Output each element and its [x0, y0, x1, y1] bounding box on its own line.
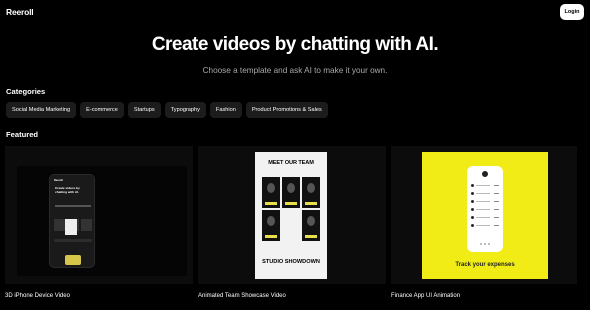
- phone-input-bar: [54, 239, 92, 242]
- expense-row: [471, 200, 499, 203]
- phone-mockup: Reeroll Create videos by chatting with A…: [49, 174, 95, 268]
- category-chip-social-media-marketing[interactable]: Social Media Marketing: [6, 102, 77, 118]
- login-button[interactable]: Login: [560, 4, 584, 20]
- featured-heading: Featured: [6, 130, 39, 139]
- logo[interactable]: Reeroll: [6, 7, 34, 17]
- card-caption-iphone[interactable]: 3D iPhone Device Video: [5, 293, 70, 299]
- finance-caption: Track your expenses: [455, 262, 515, 268]
- category-list: Social Media Marketing E-commerce Startu…: [6, 102, 328, 118]
- card-caption-finance[interactable]: Finance App UI Animation: [391, 293, 460, 299]
- team-photo: [262, 177, 280, 208]
- hero-subtitle: Choose a template and ask AI to make it …: [202, 66, 388, 75]
- team-poster: MEET OUR TEAM STUDIO SHOWDOWN: [255, 152, 327, 279]
- team-photo: [262, 210, 280, 241]
- category-chip-typography[interactable]: Typography: [164, 102, 206, 118]
- hero-title: Create videos by chatting with AI.: [151, 34, 439, 55]
- template-card-team[interactable]: MEET OUR TEAM STUDIO SHOWDOWN: [198, 146, 386, 284]
- expense-row: [471, 192, 499, 195]
- team-photo-grid: [262, 177, 320, 241]
- team-photo: [302, 210, 320, 241]
- template-card-finance[interactable]: Track your expenses: [391, 146, 577, 284]
- poster-footer: STUDIO SHOWDOWN: [262, 259, 320, 265]
- template-card-iphone[interactable]: Reeroll Create videos by chatting with A…: [5, 146, 193, 284]
- expense-row: [471, 184, 499, 187]
- expense-row: [471, 208, 499, 211]
- category-chip-e-commerce[interactable]: E-commerce: [80, 102, 124, 118]
- phone-featured-thumb: [65, 219, 77, 235]
- poster-title: MEET OUR TEAM: [268, 160, 314, 166]
- finance-phone-mockup: [467, 166, 503, 252]
- team-photo: [302, 177, 320, 208]
- phone-app-title: Create videos by chatting with AI.: [55, 186, 80, 194]
- team-photo: [282, 177, 300, 208]
- phone-subtitle-line: [55, 205, 91, 207]
- page-dots: [480, 243, 490, 245]
- card-preview: Reeroll Create videos by chatting with A…: [17, 166, 187, 276]
- expense-row: [471, 216, 499, 219]
- phone-app-logo: Reeroll: [54, 179, 63, 182]
- category-chip-startups[interactable]: Startups: [127, 102, 161, 118]
- grid-gap: [282, 210, 300, 241]
- expense-row: [471, 224, 499, 227]
- card-caption-team[interactable]: Animated Team Showcase Video: [198, 293, 286, 299]
- categories-heading: Categories: [6, 87, 46, 96]
- finance-preview: Track your expenses: [422, 152, 548, 279]
- top-bar: Reeroll Login: [0, 0, 590, 26]
- phone-yellow-thumb: [65, 255, 81, 265]
- avatar: [482, 171, 488, 177]
- category-chip-fashion[interactable]: Fashion: [209, 102, 242, 118]
- category-chip-product-promotions[interactable]: Product Promotions & Sales: [245, 102, 328, 118]
